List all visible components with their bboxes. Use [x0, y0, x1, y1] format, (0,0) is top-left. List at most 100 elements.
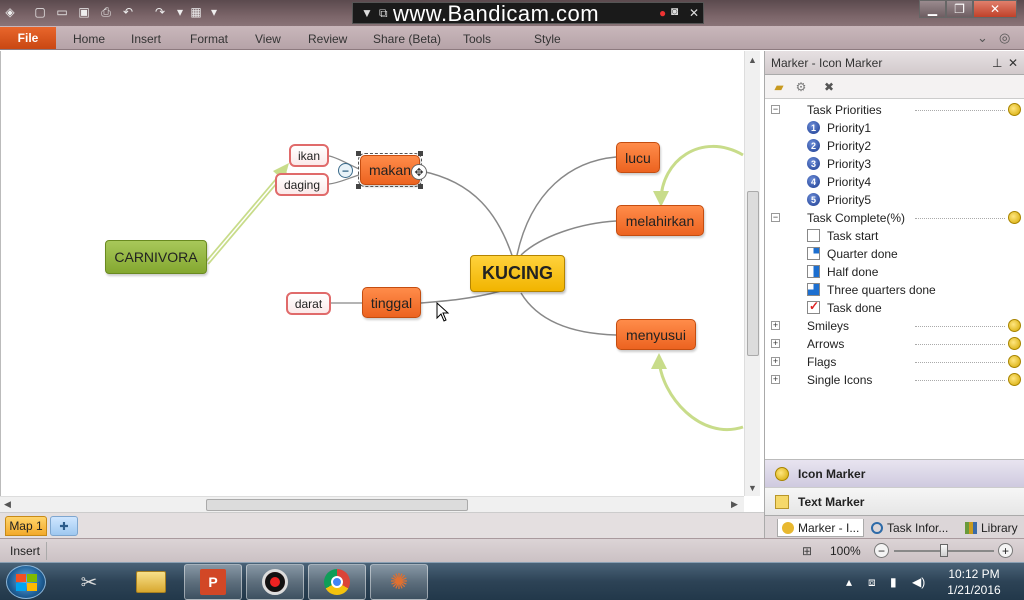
section-text-marker[interactable]: Text Marker	[765, 488, 1024, 516]
vertical-scrollbar[interactable]: ▲ ▼	[744, 51, 760, 496]
main-topic-melahirkan[interactable]: melahirkan	[616, 205, 704, 236]
selection-handle[interactable]	[418, 184, 423, 189]
marker-group[interactable]: + Flags	[765, 353, 1023, 371]
horizontal-scroll-thumb[interactable]	[206, 499, 468, 511]
collapse-icon[interactable]: −	[771, 105, 780, 114]
pin-icon[interactable]: ⊥	[992, 56, 1002, 70]
print-icon[interactable]: ⎙	[98, 4, 114, 20]
expand-icon[interactable]: +	[771, 339, 780, 348]
main-topic-menyusui[interactable]: menyusui	[616, 319, 696, 350]
undo-icon[interactable]: ↶	[120, 4, 136, 20]
scroll-right-icon[interactable]: ▶	[731, 499, 738, 510]
close-button[interactable]: ✕	[973, 0, 1017, 18]
save-icon[interactable]: ▣	[76, 4, 92, 20]
subtopic-ikan[interactable]: ikan	[289, 144, 329, 167]
tab-map-1[interactable]: Map 1	[5, 516, 47, 536]
add-marker-group-icon[interactable]: ▰	[771, 79, 787, 95]
camera-icon[interactable]: ◙	[671, 4, 678, 18]
marker-group[interactable]: + Single Icons	[765, 371, 1023, 389]
tab-insert[interactable]: Insert	[131, 32, 161, 46]
group-coin-icon[interactable]	[1008, 355, 1021, 368]
marker-priority[interactable]: 1 Priority1	[765, 119, 1023, 137]
delete-marker-icon[interactable]: ✖	[821, 79, 837, 95]
zoom-in-button[interactable]: +	[998, 543, 1013, 558]
marker-priority[interactable]: 2 Priority2	[765, 137, 1023, 155]
group-coin-icon[interactable]	[1008, 337, 1021, 350]
volume-icon[interactable]: ◀)	[912, 575, 925, 589]
tab-tools[interactable]: Tools	[463, 32, 491, 46]
subtopic-daging[interactable]: daging	[275, 173, 329, 196]
marker-progress[interactable]: ✓ Task done	[765, 299, 1023, 317]
start-button[interactable]	[6, 565, 46, 599]
open-folder-icon[interactable]: ▭	[54, 4, 70, 20]
network-tray-icon[interactable]: ⧈	[868, 575, 876, 590]
marker-group[interactable]: − Task Priorities	[765, 101, 1023, 119]
tab-marker[interactable]: Marker - I...	[777, 519, 865, 537]
insert-topic-icon[interactable]: ▦	[188, 4, 204, 20]
move-handle-icon[interactable]: ✥	[411, 164, 427, 180]
zoom-slider-thumb[interactable]	[940, 544, 948, 557]
section-icon-marker[interactable]: Icon Marker	[765, 460, 1024, 488]
marker-progress[interactable]: Half done	[765, 263, 1023, 281]
tab-home[interactable]: Home	[73, 32, 105, 46]
taskbar-chrome[interactable]	[308, 564, 366, 600]
horizontal-scrollbar[interactable]: ◀ ▶	[0, 496, 744, 512]
signal-icon[interactable]: ▮	[890, 575, 897, 589]
help-icon[interactable]: ◎	[999, 30, 1010, 46]
bandicam-menu-icon[interactable]: ▼	[361, 6, 373, 20]
group-coin-icon[interactable]	[1008, 319, 1021, 332]
marker-group[interactable]: + Arrows	[765, 335, 1023, 353]
selection-handle[interactable]	[418, 151, 423, 156]
floating-topic-carnivora[interactable]: CARNIVORA	[105, 240, 207, 274]
redo-icon[interactable]: ↷	[152, 4, 168, 20]
zoom-out-button[interactable]: −	[874, 543, 889, 558]
taskbar-snipping-tool[interactable]: ✂	[60, 564, 118, 600]
taskbar-explorer[interactable]	[122, 564, 180, 600]
marker-priority[interactable]: 5 Priority5	[765, 191, 1023, 209]
restore-button[interactable]: ❐	[946, 0, 973, 18]
customize-icon[interactable]: ▾	[206, 4, 222, 20]
dropdown-icon[interactable]: ▾	[172, 4, 188, 20]
expand-icon[interactable]: +	[771, 321, 780, 330]
expand-icon[interactable]: +	[771, 375, 780, 384]
taskbar-mindmanager[interactable]: ✺	[370, 564, 428, 600]
mind-map-canvas[interactable]: CARNIVORA ikan daging darat − makan ✥ KU…	[0, 51, 744, 496]
new-icon[interactable]: ▢	[32, 4, 48, 20]
marker-progress[interactable]: Three quarters done	[765, 281, 1023, 299]
app-logo-icon[interactable]: ◈	[2, 4, 18, 20]
group-coin-icon[interactable]	[1008, 373, 1021, 386]
bandicam-window-icon[interactable]: ⧉	[379, 6, 388, 21]
main-topic-lucu[interactable]: lucu	[616, 142, 660, 173]
group-coin-icon[interactable]	[1008, 103, 1021, 116]
scroll-up-icon[interactable]: ▲	[748, 55, 757, 65]
tab-style[interactable]: Style	[534, 32, 561, 46]
bandicam-close-icon[interactable]: ✕	[689, 6, 699, 20]
subtopic-darat[interactable]: darat	[286, 292, 331, 315]
group-coin-icon[interactable]	[1008, 211, 1021, 224]
marker-priority[interactable]: 3 Priority3	[765, 155, 1023, 173]
file-tab[interactable]: File	[0, 27, 56, 49]
collapse-button[interactable]: −	[338, 163, 353, 178]
chevron-down-icon[interactable]: ⌄	[977, 30, 988, 46]
tray-expand-icon[interactable]: ▴	[846, 575, 852, 589]
clock[interactable]: 10:12 PM 1/21/2016	[935, 566, 1013, 598]
tab-view[interactable]: View	[255, 32, 281, 46]
marker-progress[interactable]: Task start	[765, 227, 1023, 245]
marker-group[interactable]: − Task Complete(%)	[765, 209, 1023, 227]
taskbar-powerpoint[interactable]: P	[184, 564, 242, 600]
scroll-left-icon[interactable]: ◀	[4, 499, 11, 510]
marker-priority[interactable]: 4 Priority4	[765, 173, 1023, 191]
tab-format[interactable]: Format	[190, 32, 228, 46]
taskbar-bandicam[interactable]	[246, 564, 304, 600]
vertical-scroll-thumb[interactable]	[747, 191, 759, 356]
tab-share[interactable]: Share (Beta)	[373, 32, 441, 46]
marker-progress[interactable]: Quarter done	[765, 245, 1023, 263]
minimize-button[interactable]: ▁	[919, 0, 946, 18]
tab-review[interactable]: Review	[308, 32, 347, 46]
scroll-down-icon[interactable]: ▼	[748, 483, 757, 493]
new-map-tab-icon[interactable]: ✚	[50, 516, 78, 536]
marker-group[interactable]: + Smileys	[765, 317, 1023, 335]
selection-handle[interactable]	[356, 184, 361, 189]
collapse-icon[interactable]: −	[771, 213, 780, 222]
marker-settings-icon[interactable]: ⚙	[793, 79, 809, 95]
